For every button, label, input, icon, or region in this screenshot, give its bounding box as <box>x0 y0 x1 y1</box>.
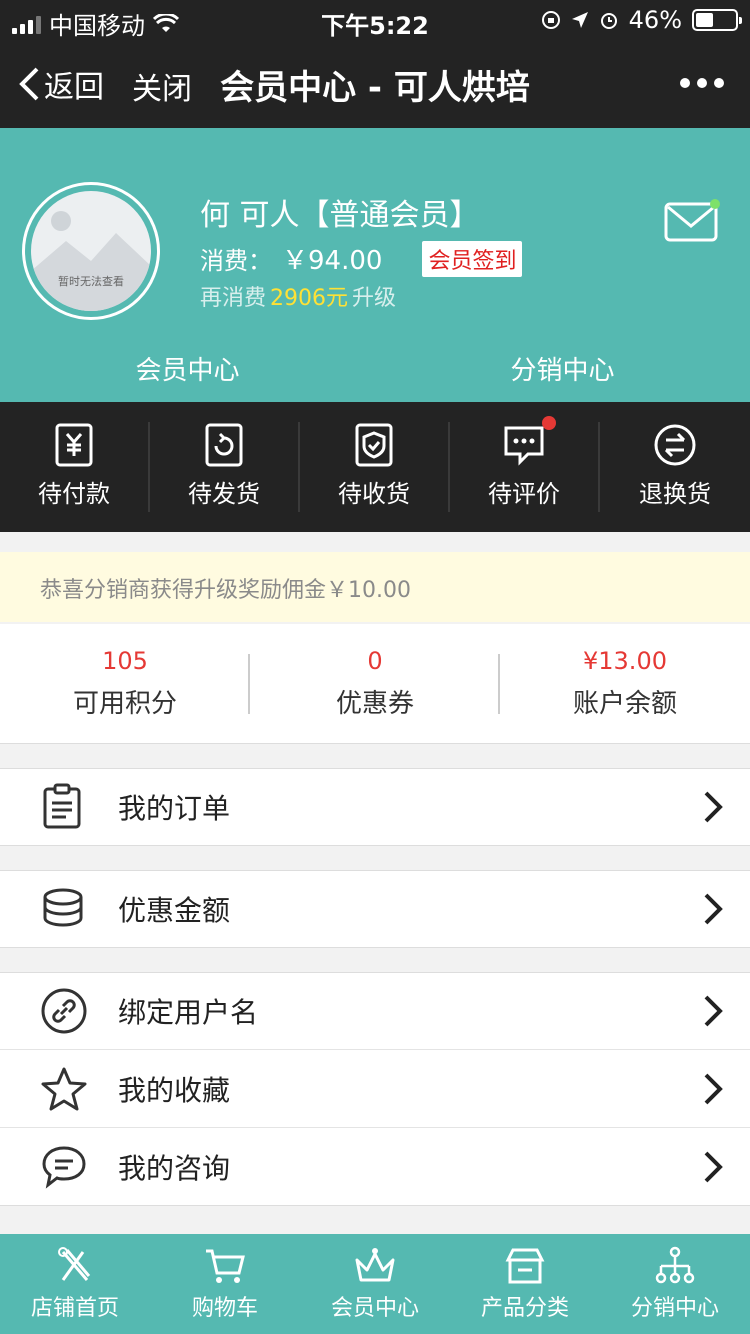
upgrade-prefix: 再消费 <box>200 286 267 311</box>
unread-dot <box>542 416 556 430</box>
chat-icon <box>42 1145 86 1189</box>
menu-item-discount-amount[interactable]: 优惠金额 <box>0 870 750 948</box>
new-message-dot <box>710 199 720 209</box>
tab-distribution-center-bottom[interactable]: 分销中心 <box>600 1234 750 1334</box>
upgrade-hint: 再消费 2906元 升级 <box>200 280 396 312</box>
message-button[interactable] <box>664 198 720 242</box>
account-stats: 105 可用积分 0 优惠券 ¥13.00 账户余额 <box>0 624 750 744</box>
menu-label: 我的订单 <box>118 792 231 825</box>
star-icon <box>41 1067 87 1110</box>
chevron-right-icon <box>704 1151 723 1182</box>
exchange-icon <box>654 424 696 466</box>
stat-value: 0 <box>367 647 383 675</box>
balance-stat[interactable]: ¥13.00 账户余额 <box>500 624 750 743</box>
chevron-right-icon <box>704 995 723 1027</box>
tab-product-category[interactable]: 产品分类 <box>450 1234 600 1334</box>
battery-icon <box>692 9 742 31</box>
order-pending-shipment[interactable]: 待发货 <box>150 422 300 512</box>
chevron-right-icon <box>704 1073 723 1104</box>
payment-icon <box>55 423 93 467</box>
menu-item-my-orders[interactable]: 我的订单 <box>0 768 750 846</box>
menu-label: 绑定用户名 <box>118 996 259 1029</box>
chevron-right-icon <box>704 791 723 823</box>
tab-store-home[interactable]: 店铺首页 <box>0 1234 150 1334</box>
more-menu-button[interactable] <box>680 78 724 88</box>
order-pending-review[interactable]: 待评价 <box>450 416 600 512</box>
orientation-lock-icon <box>541 11 560 29</box>
chevron-right-icon <box>704 893 723 925</box>
tab-member-center[interactable]: 会员中心 <box>0 350 375 387</box>
review-icon <box>504 426 544 466</box>
to-receive-icon <box>355 423 393 467</box>
stat-value: 105 <box>102 647 148 675</box>
order-status-bar: 待付款 待发货 待收货 待评价 退换货 <box>0 402 750 532</box>
member-header: 暂时无法查看 何 可人【普通会员】 消费： ￥94.00 会员签到 再消费 29… <box>0 128 750 402</box>
avatar-caption: 暂时无法查看 <box>58 275 124 288</box>
points-stat[interactable]: 105 可用积分 <box>0 624 250 743</box>
menu-item-my-inquiries[interactable]: 我的咨询 <box>0 1128 750 1206</box>
stat-label: 账户余额 <box>572 689 677 719</box>
spend-row: 消费： ￥94.00 会员签到 <box>200 240 523 277</box>
alarm-icon <box>600 13 617 29</box>
order-return-exchange[interactable]: 退换货 <box>600 422 750 512</box>
stat-label: 优惠券 <box>335 689 414 719</box>
order-label: 待评价 <box>488 480 560 508</box>
bottom-tab-bar: 店铺首页 购物车 会员中心 产品分类 分销中心 <box>0 1234 750 1334</box>
distribution-icon <box>655 1246 695 1284</box>
stat-value: ¥13.00 <box>583 647 667 675</box>
order-label: 退换货 <box>639 480 711 508</box>
link-icon <box>41 988 87 1034</box>
to-ship-icon <box>205 423 243 467</box>
store-home-icon <box>58 1247 91 1281</box>
tab-member-center-bottom[interactable]: 会员中心 <box>300 1234 450 1334</box>
order-label: 待发货 <box>188 480 260 508</box>
menu-item-my-favorites[interactable]: 我的收藏 <box>0 1050 750 1128</box>
order-pending-payment[interactable]: 待付款 <box>0 422 150 512</box>
menu-label: 优惠金额 <box>118 894 231 927</box>
order-pending-receipt[interactable]: 待收货 <box>300 422 450 512</box>
nav-bar: 返回 关闭 会员中心 - 可人烘培 <box>0 40 750 128</box>
order-label: 待收货 <box>338 480 410 508</box>
notice-banner: 恭喜分销商获得升级奖励佣金￥10.00 <box>0 552 750 622</box>
tab-label: 店铺首页 <box>30 1296 119 1321</box>
menu-item-bind-username[interactable]: 绑定用户名 <box>0 972 750 1050</box>
tab-label: 购物车 <box>191 1296 258 1321</box>
order-list-icon <box>43 783 81 829</box>
upgrade-amount: 2906元 <box>270 286 349 311</box>
upgrade-suffix: 升级 <box>352 286 397 311</box>
coupons-stat[interactable]: 0 优惠券 <box>250 624 500 743</box>
spend-label: 消费： <box>200 247 272 275</box>
cart-icon <box>206 1249 245 1283</box>
member-name: 何 可人【普通会员】 <box>200 198 480 233</box>
tab-cart[interactable]: 购物车 <box>150 1234 300 1334</box>
tab-distribution-center[interactable]: 分销中心 <box>375 350 750 387</box>
page-title: 会员中心 - 可人烘培 <box>220 68 530 108</box>
battery-percent: 46% <box>628 6 682 34</box>
avatar[interactable]: 暂时无法查看 <box>22 182 160 320</box>
menu-label: 我的咨询 <box>118 1151 231 1185</box>
coins-icon <box>43 888 83 927</box>
location-icon <box>571 12 588 28</box>
mail-icon <box>664 199 720 242</box>
tab-label: 会员中心 <box>330 1296 419 1321</box>
spend-value: ￥94.00 <box>282 246 383 276</box>
tab-label: 产品分类 <box>480 1296 569 1321</box>
member-signin-button[interactable]: 会员签到 <box>422 240 523 277</box>
stat-label: 可用积分 <box>72 689 177 719</box>
status-bar: 中国移动 下午5:22 46% <box>0 0 750 40</box>
tab-label: 分销中心 <box>630 1296 719 1321</box>
member-tabs: 会员中心 分销中心 <box>0 350 750 390</box>
placeholder-image-icon <box>31 211 151 311</box>
category-icon <box>505 1248 545 1284</box>
menu-label: 我的收藏 <box>118 1073 231 1107</box>
crown-icon <box>355 1248 395 1282</box>
order-label: 待付款 <box>38 480 110 508</box>
